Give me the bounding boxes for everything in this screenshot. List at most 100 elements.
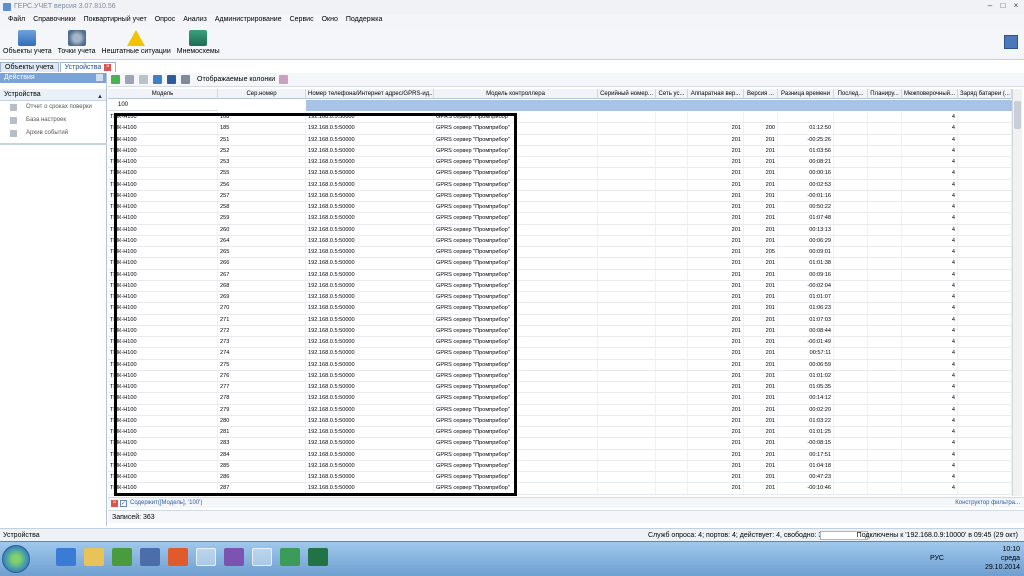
start-button[interactable] — [2, 545, 30, 573]
pin-icon[interactable] — [96, 74, 103, 81]
menu-directories[interactable]: Справочники — [29, 14, 79, 26]
table-row[interactable]: ТМК-Н100 279 192.168.0.5:50000 GPRS сервер … — [108, 404, 1012, 416]
close-icon[interactable]: × — [1010, 1, 1022, 11]
add-icon[interactable] — [111, 75, 120, 84]
column-filter-cell[interactable] — [744, 100, 778, 111]
table-row[interactable]: ТМК-Н100 270 192.168.0.5:50000 GPRS сервер … — [108, 303, 1012, 315]
tab-accounting-objects[interactable]: Объекты учета — [0, 62, 59, 72]
filter-expression[interactable]: Содержит([Модель], '100') — [130, 498, 202, 509]
menu-window[interactable]: Окно — [318, 14, 342, 26]
layout-toggle-icon[interactable] — [1004, 35, 1018, 49]
table-row[interactable]: ТМК-Н100 287 192.168.0.5:50000 GPRS сервер … — [108, 483, 1012, 495]
gers-app-icon[interactable] — [252, 548, 272, 566]
settings-base-link[interactable]: База настроек — [0, 114, 106, 127]
table-row[interactable]: ТМК-Н100 283 192.168.0.5:50000 GPRS сервер … — [108, 438, 1012, 450]
column-header[interactable]: Версия ... — [744, 89, 778, 99]
accounting-objects-button[interactable]: Объекты учета — [0, 26, 55, 59]
vertical-scrollbar[interactable] — [1012, 89, 1022, 496]
column-filter-cell[interactable] — [434, 100, 598, 111]
table-row[interactable]: ТМК-Н100 272 192.168.0.5:50000 GPRS сервер … — [108, 325, 1012, 337]
filter-builder-button[interactable]: Конструктор фильтра... — [955, 499, 1020, 508]
column-header[interactable]: Заряд батареи (... — [958, 89, 1012, 99]
column-header[interactable]: Модель — [108, 89, 218, 99]
table-row[interactable]: ТМК-Н100 259 192.168.0.5:50000 GPRS сервер … — [108, 213, 1012, 225]
column-header[interactable]: Аппаратная вер... — [688, 89, 744, 99]
table-row[interactable]: ТМК-Н100 286 192.168.0.5:50000 GPRS сервер … — [108, 472, 1012, 484]
emergency-situations-button[interactable]: Нештатные ситуации — [99, 26, 174, 59]
column-filter-cell[interactable] — [656, 100, 688, 111]
column-header[interactable]: Модель контроллера — [434, 89, 598, 99]
table-row[interactable]: ТМК-Н100 185 192.168.0.5:50000 GPRS сервер … — [108, 123, 1012, 135]
language-indicator[interactable]: РУС — [930, 555, 944, 562]
column-filter-cell[interactable] — [868, 100, 902, 111]
column-header[interactable]: Сеть ус... — [656, 89, 688, 99]
filter-enabled-checkbox[interactable]: ✓ — [120, 500, 127, 507]
column-header[interactable]: Планиру... — [868, 89, 902, 99]
table-row[interactable]: ТМК-Н100 273 192.168.0.5:50000 GPRS сервер … — [108, 337, 1012, 349]
ie-icon[interactable] — [56, 548, 76, 566]
explorer-icon[interactable] — [84, 548, 104, 566]
menu-apartment-accounting[interactable]: Поквартирный учет — [80, 14, 151, 26]
clear-filter-icon[interactable]: × — [111, 500, 118, 507]
table-row[interactable]: ТМК-Н100 267 192.168.0.5:50000 GPRS сервер … — [108, 269, 1012, 281]
table-row[interactable]: ТМК-Н100 275 192.168.0.5:50000 GPRS сервер … — [108, 359, 1012, 371]
clock[interactable]: 10:10 среда 29.10.2014 — [985, 545, 1020, 572]
table-row[interactable]: ТМК-Н100 285 192.168.0.5:50000 GPRS сервер … — [108, 460, 1012, 472]
media-icon[interactable] — [112, 548, 132, 566]
column-header[interactable]: Номер телефона/Интернет адрес/GPRS-ид... — [306, 89, 434, 99]
firefox-icon[interactable] — [168, 548, 188, 566]
close-tab-icon[interactable]: × — [104, 64, 112, 71]
verification-report-link[interactable]: Отчет о сроках поверки — [0, 101, 106, 114]
table-row[interactable]: ТМК-Н100 268 192.168.0.5:50000 GPRS сервер … — [108, 280, 1012, 292]
table-row[interactable]: ТМК-Н100 257 192.168.0.5:50000 GPRS сервер … — [108, 190, 1012, 202]
scroll-thumb[interactable] — [1014, 101, 1021, 129]
edit-icon[interactable] — [125, 75, 134, 84]
column-header[interactable]: Послед... — [834, 89, 868, 99]
minimize-icon[interactable]: – — [984, 1, 996, 11]
table-row[interactable]: ТМК-Н100 276 192.168.0.5:50000 GPRS сервер … — [108, 370, 1012, 382]
column-filter-cell[interactable] — [218, 100, 306, 111]
column-filter-cell[interactable] — [778, 100, 834, 111]
table-row[interactable]: ТМК-Н100 280 192.168.0.5:50000 GPRS сервер … — [108, 415, 1012, 427]
table-row[interactable]: ТМК-Н100 278 192.168.0.5:50000 GPRS сервер … — [108, 393, 1012, 405]
column-filter-cell[interactable] — [688, 100, 744, 111]
table-row[interactable]: ТМК-Н100 260 192.168.0.5:50000 GPRS сервер … — [108, 224, 1012, 236]
table-row[interactable]: ТМК-Н100 266 192.168.0.5:50000 GPRS сервер … — [108, 258, 1012, 270]
delete-icon[interactable] — [139, 75, 148, 84]
calc-icon[interactable] — [280, 548, 300, 566]
menu-administration[interactable]: Администрирование — [211, 14, 286, 26]
table-row[interactable]: ТМК-Н100 108 192.168.0.5:50000 GPRS сервер … — [108, 112, 1012, 124]
menu-service[interactable]: Сервис — [286, 14, 318, 26]
app-purple-icon[interactable] — [224, 548, 244, 566]
save-icon[interactable] — [167, 75, 176, 84]
table-row[interactable]: ТМК-Н100 277 192.168.0.5:50000 GPRS сервер … — [108, 382, 1012, 394]
table-row[interactable]: ТМК-Н100 269 192.168.0.5:50000 GPRS сервер … — [108, 292, 1012, 304]
table-row[interactable]: ТМК-Н100 284 192.168.0.5:50000 GPRS сервер … — [108, 449, 1012, 461]
visible-columns-dropdown[interactable]: Отображаемые колонки — [197, 76, 275, 83]
column-header[interactable]: Разница времени — [778, 89, 834, 99]
table-row[interactable]: ТМК-Н100 274 192.168.0.5:50000 GPRS сервер … — [108, 348, 1012, 360]
table-row[interactable]: ТМК-Н100 264 192.168.0.5:50000 GPRS сервер … — [108, 235, 1012, 247]
devices-section[interactable]: Устройства ▲ — [0, 89, 106, 101]
table-row[interactable]: ТМК-Н100 258 192.168.0.5:50000 GPRS сервер … — [108, 202, 1012, 214]
metering-points-button[interactable]: Точки учета — [55, 26, 99, 59]
table-row[interactable]: ТМК-Н100 252 192.168.0.5:50000 GPRS сервер … — [108, 145, 1012, 157]
mnemo-schemes-button[interactable]: Мнемосхемы — [174, 26, 223, 59]
column-filter-cell[interactable] — [834, 100, 868, 111]
excel-icon[interactable] — [308, 548, 328, 566]
tab-devices[interactable]: Устройства × — [59, 62, 117, 72]
column-filter-cell[interactable] — [902, 100, 958, 111]
column-header[interactable]: Серийный номер... — [598, 89, 656, 99]
table-row[interactable]: ТМК-Н100 255 192.168.0.5:50000 GPRS сервер … — [108, 168, 1012, 180]
column-chooser-icon[interactable] — [279, 75, 289, 84]
menu-polling[interactable]: Опрос — [151, 14, 180, 26]
table-row[interactable]: ТМК-Н100 265 192.168.0.5:50000 GPRS сервер … — [108, 247, 1012, 259]
menu-analysis[interactable]: Анализ — [179, 14, 211, 26]
refresh-icon[interactable] — [153, 75, 162, 84]
remote-icon[interactable] — [140, 548, 160, 566]
table-row[interactable]: ТМК-Н100 271 192.168.0.5:50000 GPRS сервер … — [108, 314, 1012, 326]
column-header[interactable]: Сер.номер — [218, 89, 306, 99]
column-filter-cell[interactable] — [958, 100, 1012, 111]
menu-support[interactable]: Поддержка — [342, 14, 387, 26]
table-row[interactable]: ТМК-Н100 281 192.168.0.5:50000 GPRS сервер … — [108, 427, 1012, 439]
